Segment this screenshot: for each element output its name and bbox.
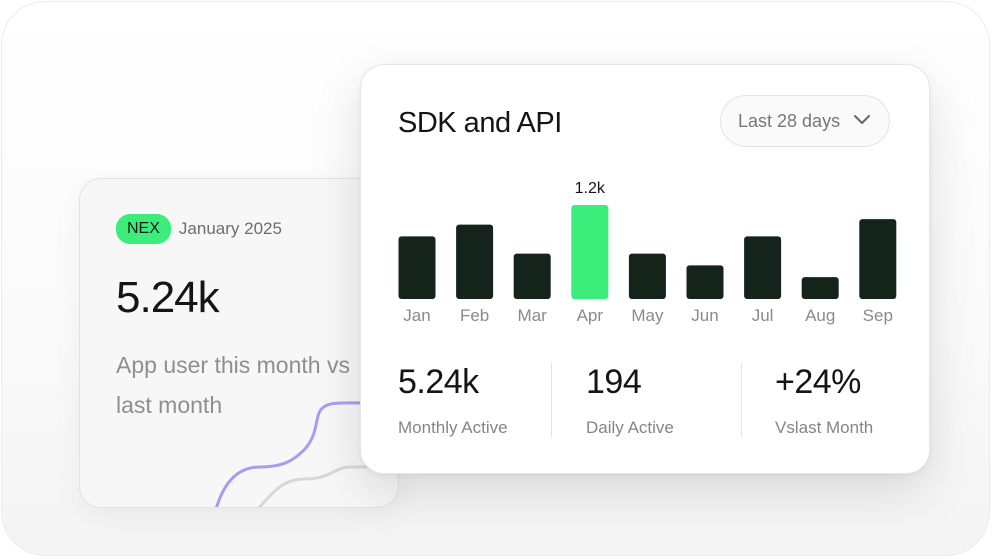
vs-last-month-value: +24% <box>775 363 861 401</box>
app-users-card: NEX January 2025 5.24k App user this mon… <box>79 178 399 508</box>
tick-label-feb: Feb <box>460 306 489 325</box>
sdk-api-card: SDK and API Last 28 days Jan Feb Mar Apr 1.2… <box>360 64 930 474</box>
bar-sep <box>859 219 897 299</box>
bar-jul <box>744 236 782 299</box>
tick-label-jun: Jun <box>691 306 718 325</box>
monthly-active-label: Monthly Active <box>398 418 508 437</box>
dashboard-illustration: NEX January 2025 5.24k App user this mon… <box>0 0 993 559</box>
nex-badge: NEX <box>116 214 171 244</box>
stat-vs-last-month: +24% Vslast Month <box>775 360 873 438</box>
stat-daily-active: 194 Daily Active <box>586 360 674 438</box>
card-header: NEX January 2025 <box>116 214 282 244</box>
data-label-apr: 1.2k <box>575 180 606 197</box>
period-label: January 2025 <box>178 219 282 238</box>
tick-label-jul: Jul <box>752 306 774 325</box>
tick-label-mar: Mar <box>518 306 548 325</box>
tick-label-apr: Apr <box>577 306 604 325</box>
stat-divider <box>551 363 552 437</box>
bar-aug <box>801 277 839 299</box>
bar-mar <box>513 253 551 299</box>
tick-label-may: May <box>631 306 664 325</box>
bar-jan <box>398 236 436 299</box>
stat-monthly-active: 5.24k Monthly Active <box>398 360 508 438</box>
bar-apr <box>571 205 609 299</box>
tick-label-aug: Aug <box>805 306 835 325</box>
vs-last-month-label: Vslast Month <box>775 418 874 437</box>
stats-row: 5.24k Monthly Active 194 Daily Active +2… <box>361 360 931 440</box>
app-user-count: 5.24k <box>116 273 220 322</box>
tick-label-jan: Jan <box>403 306 430 325</box>
bar-may <box>628 253 666 299</box>
bar-feb <box>456 224 494 299</box>
bar-jun <box>686 265 724 299</box>
monthly-active-value: 5.24k <box>398 363 479 401</box>
daily-active-value: 194 <box>586 363 642 401</box>
daily-active-label: Daily Active <box>586 418 674 437</box>
stat-divider <box>741 363 742 437</box>
app-user-caption: App user this month vs last month <box>116 352 350 418</box>
tick-label-sep: Sep <box>863 306 893 325</box>
usage-bar-chart: Jan Feb Mar Apr 1.2k May Jun Jul Aug Sep <box>398 180 897 325</box>
